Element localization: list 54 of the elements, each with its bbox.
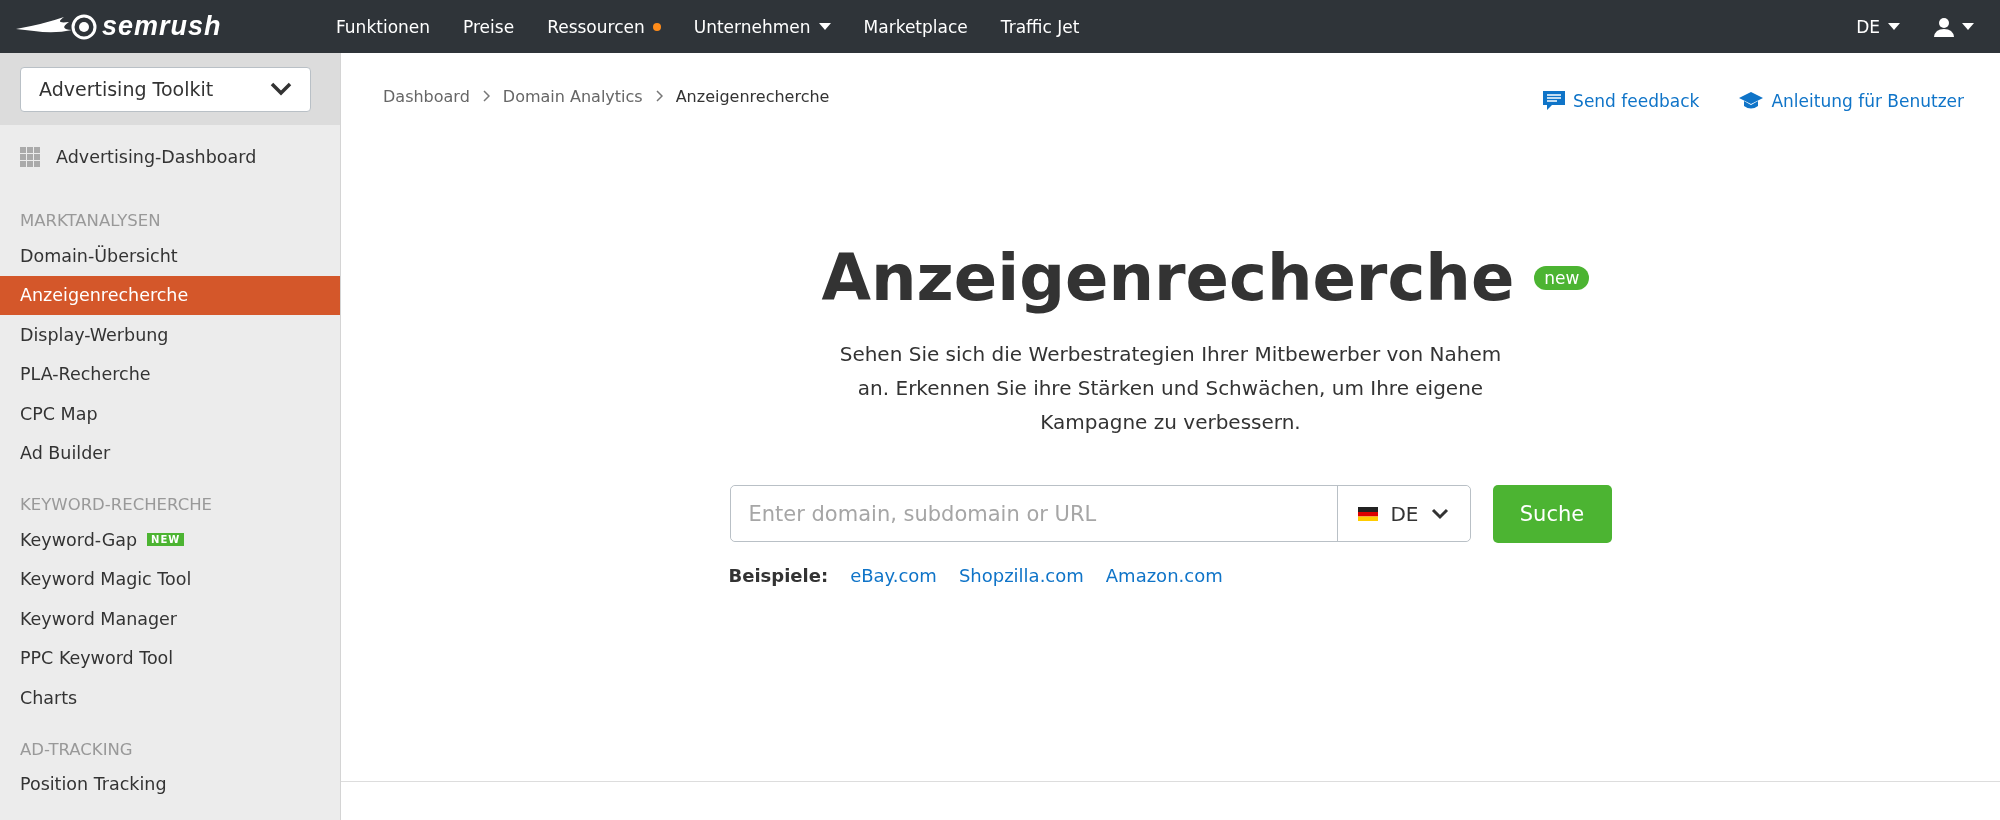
grid-icon: [20, 147, 40, 167]
example-link[interactable]: Shopzilla.com: [958, 565, 1084, 586]
sidebar-item[interactable]: PLA-Recherche: [0, 354, 340, 394]
user-menu-button[interactable]: [1934, 16, 1974, 37]
sidebar-item[interactable]: PPC Keyword Tool: [0, 638, 340, 678]
nav-link[interactable]: Preise: [463, 16, 515, 37]
nav-link[interactable]: Traffic Jet: [1000, 16, 1080, 37]
flag-icon: [1358, 506, 1379, 521]
sidebar-item[interactable]: Display-Werbung: [0, 315, 340, 355]
sidebar-item[interactable]: Keyword Magic Tool: [0, 559, 340, 599]
logo-text[interactable]: semrush: [102, 11, 222, 42]
caret-icon: [1962, 23, 1974, 30]
sidebar-item[interactable]: Position Tracking: [0, 764, 340, 804]
chevron-right-icon: [655, 90, 663, 102]
new-badge: new: [1534, 266, 1590, 290]
sidebar-item[interactable]: Advertising-Dashboard: [0, 125, 340, 189]
notification-dot: [652, 22, 661, 31]
nav-link[interactable]: Funktionen: [336, 16, 431, 37]
sidebar-item[interactable]: Charts: [0, 678, 340, 718]
caret-icon: [1888, 23, 1900, 30]
feedback-link[interactable]: Send feedback: [1543, 91, 1700, 111]
graduation-cap-icon: [1739, 91, 1764, 111]
chevron-right-icon: [482, 90, 490, 102]
toolkit-select[interactable]: Advertising Toolkit: [20, 66, 311, 112]
breadcrumb-link[interactable]: Anzeigenrecherche: [675, 86, 830, 106]
country-selector[interactable]: DE: [1336, 486, 1470, 541]
page-description: Sehen Sie sich die Werbestrategien Ihrer Mitbewerber von Nahem an. Erkennen Sie ihre Stärken und Schwächen, um Ihre eigene Kampagne zu verbessern.: [838, 341, 1503, 436]
search-field[interactable]: Enter domain, subdomain or URL DE: [729, 485, 1471, 542]
sidebar-item[interactable]: Domain-Übersicht: [0, 236, 340, 276]
chat-icon: [1543, 91, 1566, 111]
example-link[interactable]: Amazon.com: [1105, 565, 1223, 586]
nav-link[interactable]: Marketplace: [863, 16, 968, 37]
page-title: Anzeigenrecherche: [821, 241, 1515, 315]
user-guide-link[interactable]: Anleitung für Benutzer: [1739, 91, 1964, 111]
new-badge: NEW: [147, 533, 185, 547]
chevron-down-icon: [270, 82, 292, 96]
sidebar-item[interactable]: Anzeigenrecherche: [0, 275, 340, 315]
nav-link[interactable]: Ressourcen: [547, 16, 661, 37]
breadcrumb-link[interactable]: Dashboard: [383, 86, 470, 106]
section-heading: MARKTANALYSEN: [19, 210, 162, 232]
section-heading: AD-TRACKING: [19, 738, 134, 761]
caret-icon: [818, 23, 831, 30]
examples-label: Beispiele:: [728, 565, 829, 586]
sidebar-item[interactable]: CPC Map: [0, 394, 340, 434]
breadcrumb-link[interactable]: Domain Analytics: [502, 86, 643, 106]
section-heading: KEYWORD-RECHERCHE: [19, 494, 213, 516]
nav-link[interactable]: Unternehmen: [693, 16, 831, 37]
language-selector[interactable]: DE: [1856, 16, 1900, 37]
example-link[interactable]: eBay.com: [850, 565, 937, 586]
chevron-down-icon: [1430, 507, 1449, 520]
sidebar-item[interactable]: Keyword Manager: [0, 599, 340, 639]
sidebar-item-label: Advertising-Dashboard: [56, 147, 257, 167]
sidebar-item[interactable]: Keyword-Gap NEW: [0, 520, 340, 560]
sidebar-item[interactable]: Ad Builder: [0, 433, 340, 473]
